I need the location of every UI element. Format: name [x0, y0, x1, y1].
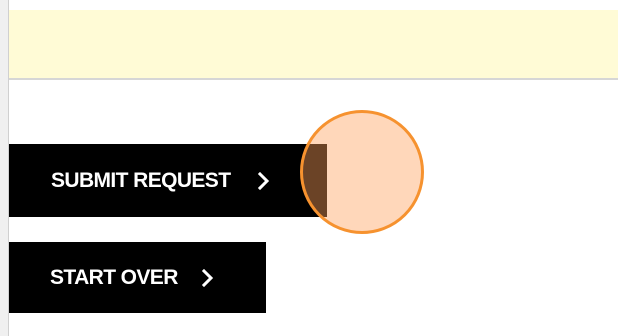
- submit-request-label: SUBMIT REQUEST: [51, 168, 231, 192]
- chevron-right-icon: [258, 171, 270, 190]
- chevron-right-icon: [201, 268, 214, 287]
- start-over-label: START OVER: [50, 265, 178, 289]
- start-over-button[interactable]: START OVER: [9, 242, 266, 313]
- left-edge-border: [0, 0, 9, 336]
- submit-request-button[interactable]: SUBMIT REQUEST: [9, 144, 327, 217]
- notice-bar: [9, 10, 618, 80]
